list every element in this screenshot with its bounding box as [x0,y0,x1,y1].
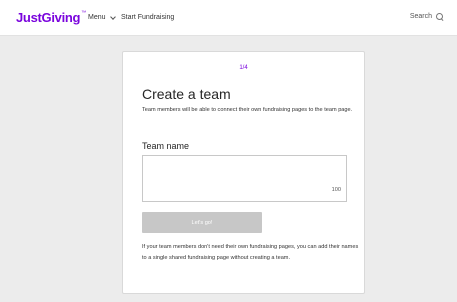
shared-page-note: If your team members don't need their ow… [142,244,359,261]
create-team-card: 1/4 Create a team Team members will be a… [122,51,365,294]
menu-label: Menu [88,14,106,21]
chevron-down-icon [109,13,116,20]
team-name-label: Team name [142,141,190,151]
justgiving-logo[interactable]: JustGiving™ [16,10,86,25]
logo-mark: ™ [81,10,86,16]
search-button[interactable]: Search [409,13,444,21]
top-nav: JustGiving™ Menu Start Fundraising Searc… [0,0,457,36]
lets-go-button[interactable]: Let's go! [142,212,262,233]
team-name-input[interactable]: 100 [142,155,347,202]
search-label: Search [409,13,432,20]
start-fundraising-link[interactable]: Start Fundraising [121,14,174,21]
search-icon [436,13,444,21]
logo-text: JustGiving [16,10,81,25]
description-text: Team members will be able to connect the… [142,107,353,113]
step-indicator: 1/4 [239,65,248,71]
page-title: Create a team [142,86,231,102]
character-count: 100 [331,187,341,193]
menu-dropdown[interactable]: Menu [88,13,116,21]
